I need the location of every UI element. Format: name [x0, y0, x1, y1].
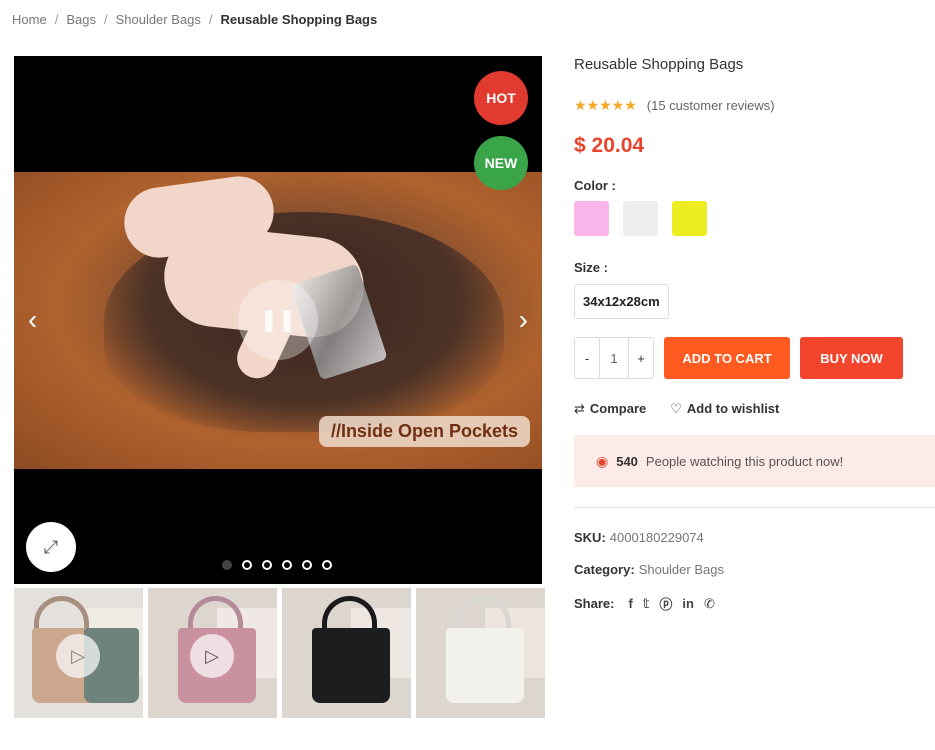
compare-label: Compare: [589, 401, 647, 416]
slider-dot[interactable]: [322, 560, 332, 570]
color-label: Color :: [574, 178, 616, 193]
sku-value: 4000180229074: [609, 530, 704, 545]
bag-shape: [312, 628, 390, 703]
quantity-decrease-button[interactable]: -: [575, 338, 599, 378]
breadcrumb-separator: /: [208, 12, 213, 27]
product-summary: Reusable Shopping Bags ★★★★★ (15 custome…: [574, 56, 935, 613]
thumbnail-black-bag[interactable]: [282, 588, 411, 718]
next-arrow-icon[interactable]: ›: [519, 306, 528, 334]
add-to-cart-button[interactable]: ADD TO CART: [664, 337, 790, 379]
new-badge: NEW: [474, 136, 528, 190]
live-viewers-notice: ◉ 540 People watching this product now!: [574, 435, 935, 487]
thumbnail-strip: ▷ ▷: [14, 588, 545, 718]
compare-link[interactable]: ⇄ Compare: [574, 401, 646, 417]
quantity-stepper: - 1 +: [574, 337, 654, 379]
play-icon[interactable]: ▷: [56, 634, 100, 678]
breadcrumb-separator: /: [54, 12, 59, 27]
pause-button[interactable]: ❚❚: [238, 280, 318, 360]
slider-dot[interactable]: [242, 560, 252, 570]
add-to-cart-row: - 1 + ADD TO CART BUY NOW: [574, 337, 935, 379]
play-icon[interactable]: ▷: [190, 634, 234, 678]
product-main-media[interactable]: ❚❚ //Inside Open Pockets ‹ › HOT NEW ⤢: [14, 56, 542, 584]
share-label: Share:: [574, 596, 615, 611]
fullscreen-button[interactable]: ⤢: [26, 522, 76, 572]
product-price: $ 20.04: [574, 134, 645, 157]
eye-icon: ◉: [596, 452, 609, 469]
product-title: Reusable Shopping Bags: [574, 56, 744, 73]
expand-icon: ⤢: [43, 536, 59, 557]
breadcrumb-home[interactable]: Home: [12, 12, 47, 27]
slider-dot[interactable]: [262, 560, 272, 570]
pause-icon: ❚❚: [259, 307, 297, 332]
viewers-text: People watching this product now!: [645, 453, 844, 469]
thumbnail-pink-bag[interactable]: ▷: [148, 588, 277, 718]
color-swatches: [574, 201, 935, 236]
whatsapp-icon[interactable]: ✆: [704, 596, 715, 612]
color-swatch-yellow[interactable]: [672, 201, 707, 236]
category-label: Category:: [574, 562, 635, 577]
slider-dot[interactable]: [302, 560, 312, 570]
wishlist-link[interactable]: ♡ Add to wishlist: [670, 401, 779, 417]
quantity-increase-button[interactable]: +: [629, 338, 653, 378]
facebook-icon[interactable]: f: [628, 596, 632, 611]
size-option[interactable]: 34x12x28cm: [574, 284, 669, 319]
thumbnail-white-bag[interactable]: [416, 588, 545, 718]
breadcrumb: Home / Bags / Shoulder Bags / Reusable S…: [12, 12, 377, 27]
compare-icon: ⇄: [574, 401, 585, 416]
viewers-count: 540: [616, 453, 638, 469]
hot-badge: HOT: [474, 71, 528, 125]
wishlist-label: Add to wishlist: [686, 401, 780, 416]
breadcrumb-bags[interactable]: Bags: [66, 12, 96, 27]
bag-shape: [446, 628, 524, 703]
breadcrumb-separator: /: [103, 12, 108, 27]
color-swatch-pink[interactable]: [574, 201, 609, 236]
pinterest-icon[interactable]: ⓟ: [659, 594, 672, 613]
video-caption: //Inside Open Pockets: [318, 416, 530, 447]
share-row: Share: f 𝕥 ⓟ in ✆: [574, 594, 935, 613]
product-rating: ★★★★★ (15 customer reviews): [574, 97, 935, 114]
slider-dot[interactable]: [222, 560, 232, 570]
slider-dots: [222, 560, 332, 570]
sku-label: SKU:: [574, 530, 606, 545]
thumbnail-brown-green-bags[interactable]: ▷: [14, 588, 143, 718]
color-swatch-white[interactable]: [623, 201, 658, 236]
breadcrumb-shoulder-bags[interactable]: Shoulder Bags: [116, 12, 201, 27]
size-label: Size :: [574, 260, 608, 275]
product-category: Category: Shoulder Bags: [574, 562, 935, 577]
slider-dot[interactable]: [282, 560, 292, 570]
reviews-link[interactable]: (15 customer reviews): [647, 98, 775, 113]
product-video[interactable]: ❚❚ //Inside Open Pockets: [14, 172, 542, 469]
divider: [574, 507, 935, 508]
product-sku: SKU: 4000180229074: [574, 530, 935, 545]
previous-arrow-icon[interactable]: ‹: [28, 306, 37, 334]
star-rating-icon: ★★★★★: [574, 97, 637, 113]
heart-icon: ♡: [670, 401, 682, 416]
linkedin-icon[interactable]: in: [682, 596, 694, 611]
buy-now-button[interactable]: BUY NOW: [800, 337, 903, 379]
breadcrumb-current: Reusable Shopping Bags: [220, 12, 378, 27]
product-actions: ⇄ Compare ♡ Add to wishlist: [574, 401, 935, 417]
category-link[interactable]: Shoulder Bags: [639, 562, 724, 577]
twitter-icon[interactable]: 𝕥: [643, 596, 650, 612]
quantity-input[interactable]: 1: [599, 338, 629, 378]
